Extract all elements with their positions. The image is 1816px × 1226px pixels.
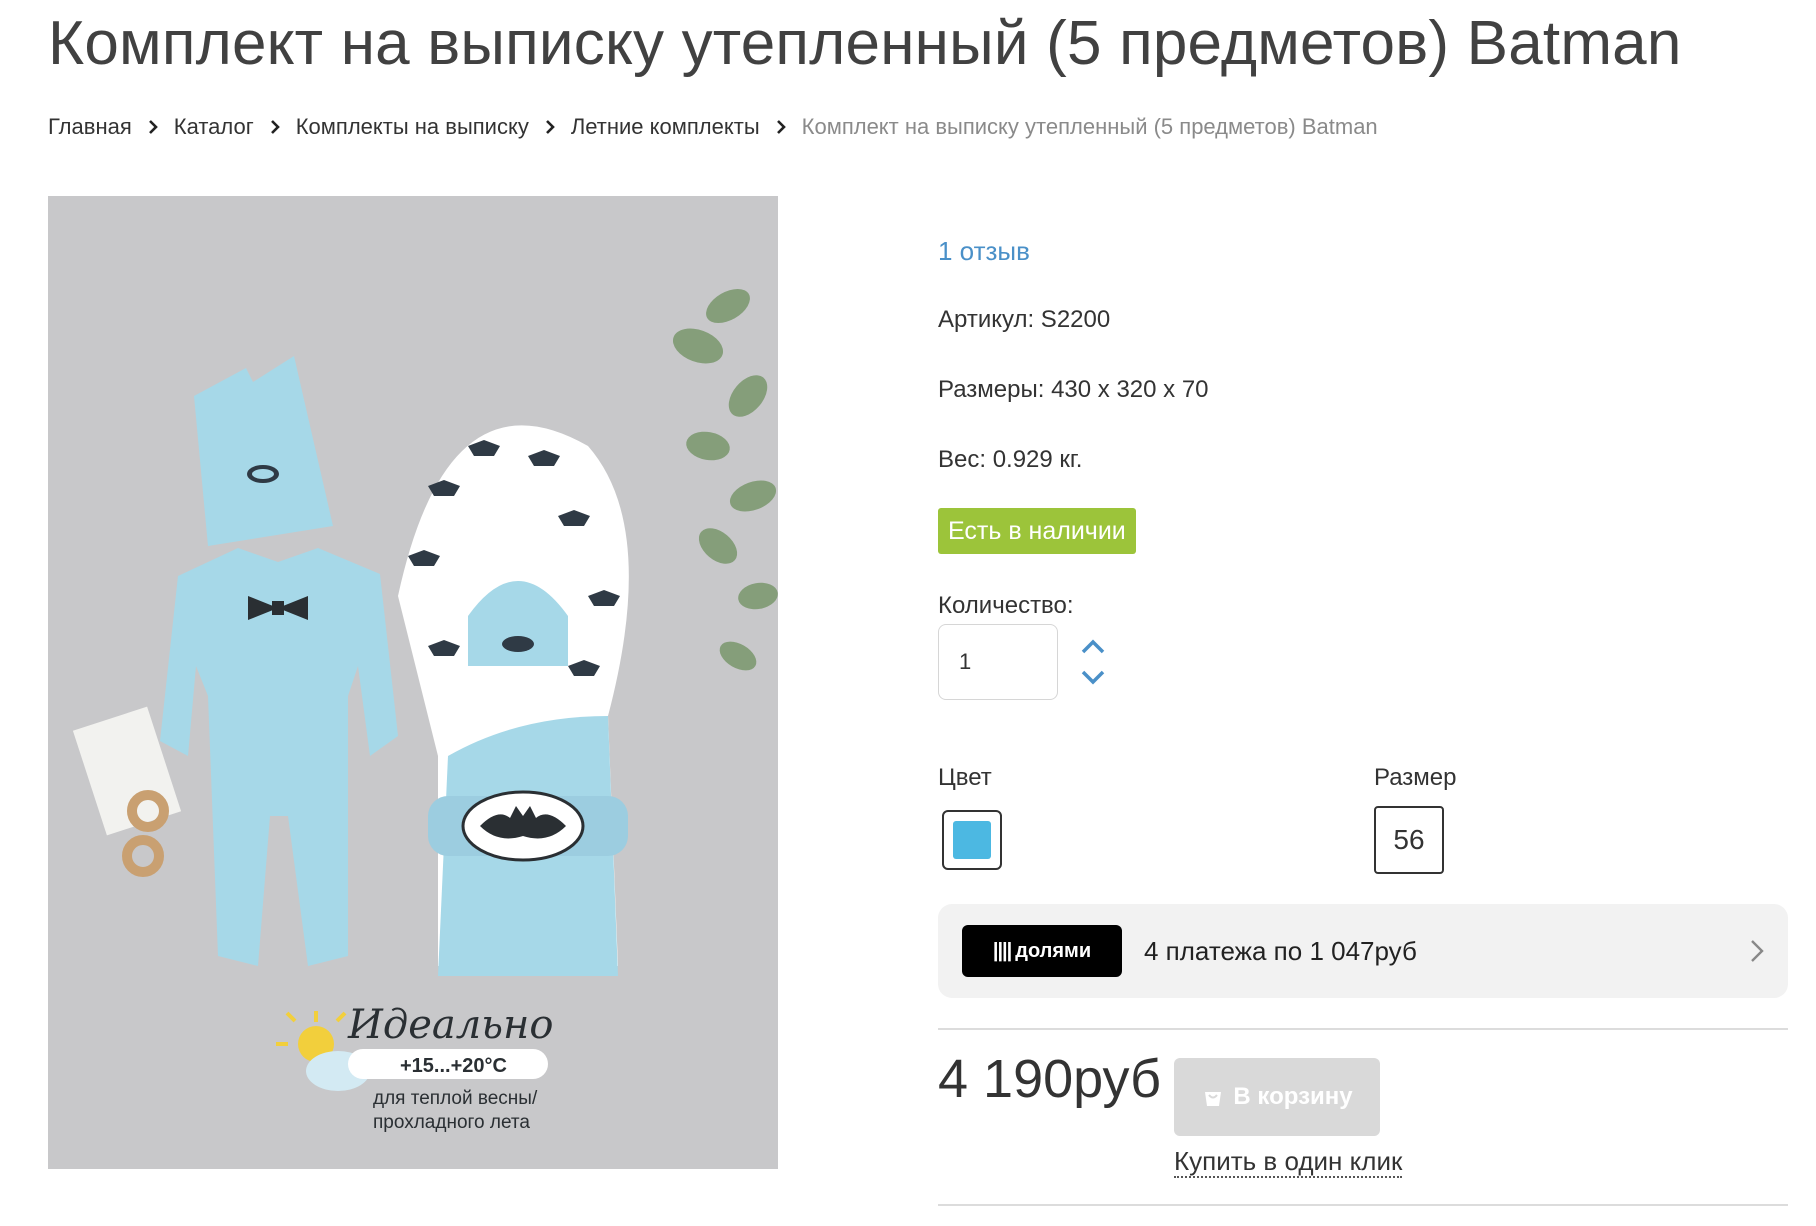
chevron-right-icon: [268, 120, 282, 134]
chevron-down-icon[interactable]: [1080, 668, 1106, 688]
price: 4 190руб: [938, 1049, 1162, 1109]
caption-line1: для теплой весны/: [373, 1088, 538, 1109]
color-swatch-blue[interactable]: [942, 810, 1002, 870]
caption-temp: +15...+20°C: [400, 1055, 507, 1077]
product-image[interactable]: Идеально +15...+20°C для теплой весны/ п…: [48, 196, 778, 1169]
add-to-cart-label: В корзину: [1233, 1083, 1353, 1110]
add-to-cart-button[interactable]: В корзину: [1174, 1058, 1380, 1136]
color-swatch-fill: [953, 821, 991, 859]
chevron-right-icon: [1751, 940, 1764, 962]
breadcrumb-summer-sets[interactable]: Летние комплекты: [571, 114, 760, 140]
divider: [938, 1204, 1788, 1206]
dolyami-logo-icon: ||||: [992, 939, 1012, 962]
breadcrumb-home[interactable]: Главная: [48, 114, 132, 140]
product-dimensions: Размеры: 430 х 320 х 70: [938, 376, 1209, 403]
chevron-up-icon[interactable]: [1080, 636, 1106, 656]
reviews-link[interactable]: 1 отзыв: [938, 236, 1030, 267]
size-label: Размер: [1374, 764, 1457, 791]
stock-badge: Есть в наличии: [938, 508, 1136, 554]
one-click-buy-link[interactable]: Купить в один клик: [1174, 1146, 1403, 1178]
size-option[interactable]: 56: [1374, 806, 1444, 874]
breadcrumb-current: Комплект на выписку утепленный (5 предме…: [801, 114, 1378, 139]
breadcrumb-catalog[interactable]: Каталог: [174, 114, 254, 140]
article-number: Артикул: S2200: [938, 306, 1111, 333]
quantity-label: Количество:: [938, 592, 1074, 619]
color-label: Цвет: [938, 764, 992, 791]
chevron-right-icon: [543, 120, 557, 134]
breadcrumb-sets[interactable]: Комплекты на выписку: [296, 114, 529, 140]
caption-line2: прохладного лета: [373, 1112, 530, 1133]
chevron-right-icon: [146, 120, 160, 134]
dolyami-badge: |||| долями: [962, 925, 1122, 977]
page-title: Комплект на выписку утепленный (5 предме…: [48, 9, 1682, 78]
dolyami-brand: долями: [1015, 939, 1092, 962]
caption-headline: Идеально: [347, 1002, 553, 1048]
dolyami-text: 4 платежа по 1 047руб: [1144, 935, 1417, 966]
breadcrumb: Главная Каталог Комплекты на выписку Лет…: [48, 114, 1378, 140]
quantity-input[interactable]: [938, 624, 1058, 700]
chevron-right-icon: [774, 120, 788, 134]
product-weight: Вес: 0.929 кг.: [938, 446, 1083, 473]
divider: [938, 1028, 1788, 1030]
cart-icon: [1205, 1092, 1222, 1106]
dolyami-installments[interactable]: |||| долями 4 платежа по 1 047руб: [938, 904, 1788, 998]
